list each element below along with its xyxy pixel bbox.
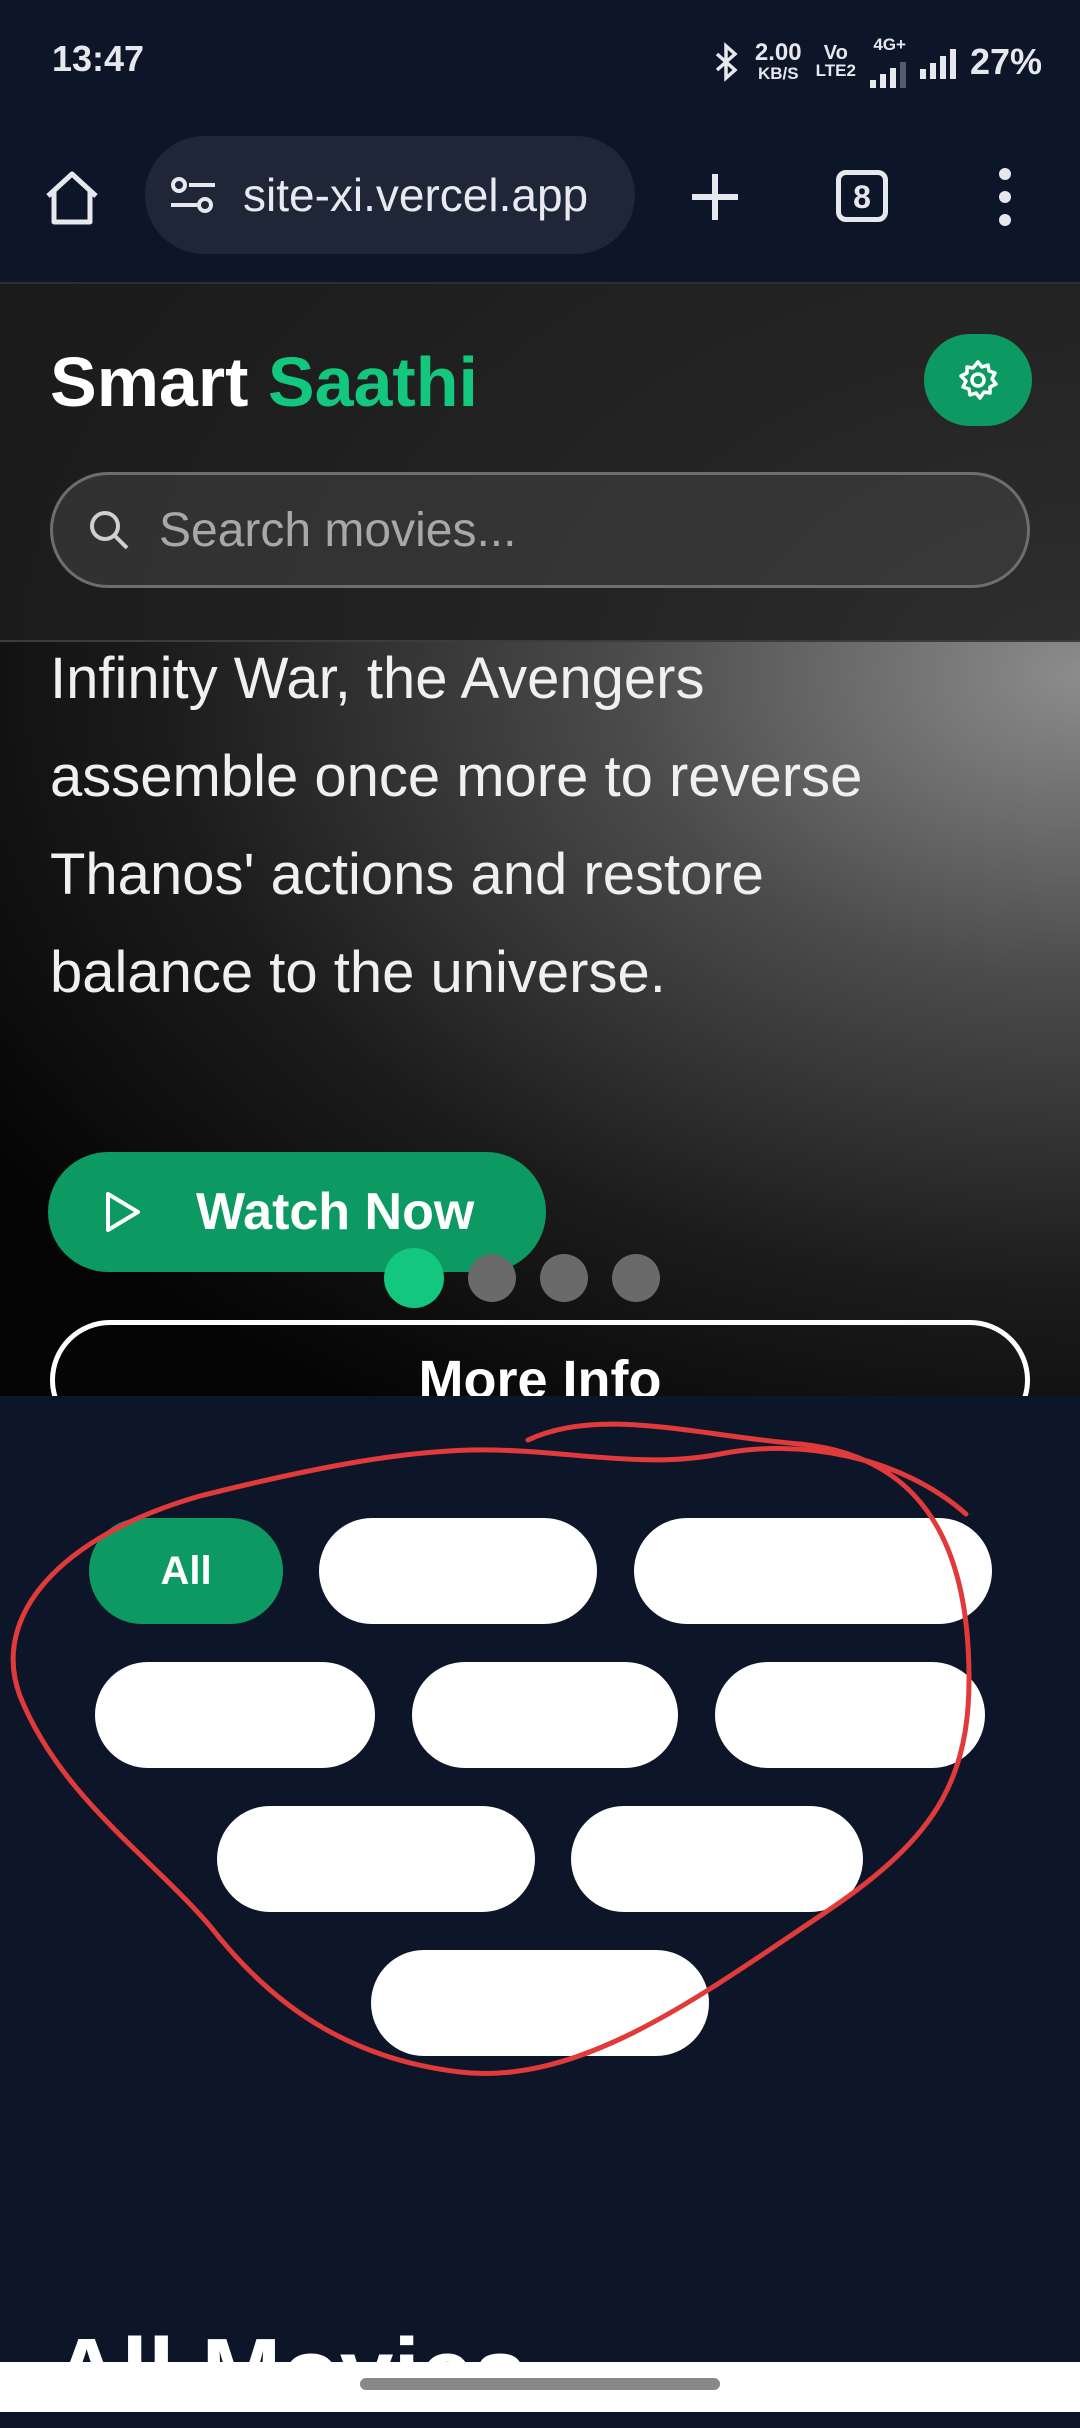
net-speed: 2.00 KB/S (755, 41, 802, 83)
carousel-dot-3[interactable] (540, 1254, 588, 1302)
url-text: site-xi.vercel.app (243, 169, 589, 221)
bluetooth-icon (715, 42, 738, 82)
network-type: 4G+ (873, 35, 906, 54)
new-tab-icon[interactable] (680, 162, 750, 232)
net-speed-value: 2.00 (754, 39, 802, 66)
site-settings-icon[interactable] (165, 167, 221, 223)
settings-button[interactable] (924, 334, 1032, 426)
watch-now-label: Watch Now (196, 1183, 475, 1241)
more-info-button[interactable]: More Info (50, 1320, 1030, 1396)
filter-chip[interactable] (412, 1662, 678, 1768)
address-bar[interactable]: site-xi.vercel.app (145, 136, 635, 254)
volte-indicator: Vo LTE2 (815, 42, 856, 80)
search-input[interactable] (157, 501, 921, 559)
search-bar (50, 472, 1030, 588)
genre-filter-chips: All (0, 1396, 1080, 2096)
volte-bottom: LTE2 (815, 61, 856, 80)
brand-primary: Smart (50, 343, 249, 421)
signal-4g: 4G+ (869, 35, 906, 88)
search-icon (90, 511, 129, 550)
brand-accent: Saathi (267, 343, 478, 421)
carousel-dots (384, 1248, 660, 1308)
app-logo[interactable]: Smart Saathi (50, 342, 478, 422)
filter-chip[interactable] (371, 1950, 709, 2056)
carousel-dot-2[interactable] (468, 1254, 516, 1302)
filter-chip[interactable] (319, 1518, 597, 1624)
filter-chip-all[interactable]: All (89, 1518, 283, 1624)
hero-banner: Infinity War, the Avengers assemble once… (0, 284, 1080, 1396)
play-icon (106, 1192, 140, 1232)
status-icons: 2.00 KB/S Vo LTE2 4G+ 27% (713, 36, 1042, 88)
volte-top: Vo (823, 42, 848, 64)
filter-chip[interactable] (217, 1806, 535, 1912)
filter-chip[interactable] (571, 1806, 863, 1912)
home-icon[interactable] (40, 166, 104, 230)
status-bar: 13:47 2.00 KB/S Vo LTE2 4G+ 27% (0, 0, 1080, 126)
hero-description: Infinity War, the Avengers assemble once… (50, 646, 863, 1005)
filter-chip[interactable] (95, 1662, 375, 1768)
status-time: 13:47 (52, 38, 145, 79)
carousel-dot-1[interactable] (384, 1248, 444, 1308)
net-speed-unit: KB/S (757, 64, 799, 83)
filter-chip[interactable] (715, 1662, 985, 1768)
app-header: Smart Saathi (0, 284, 1080, 642)
more-menu-icon[interactable] (990, 162, 1020, 232)
signal-bars-1-icon (869, 54, 906, 88)
gesture-handle[interactable] (360, 2378, 720, 2390)
filter-chip[interactable] (634, 1518, 992, 1624)
carousel-dot-4[interactable] (612, 1254, 660, 1302)
tab-switcher-button[interactable]: 8 (836, 170, 888, 222)
signal-bars-2-icon (919, 45, 956, 79)
gear-icon (959, 360, 998, 400)
battery-level: 27% (969, 41, 1042, 82)
browser-toolbar: site-xi.vercel.app 8 (0, 126, 1080, 284)
